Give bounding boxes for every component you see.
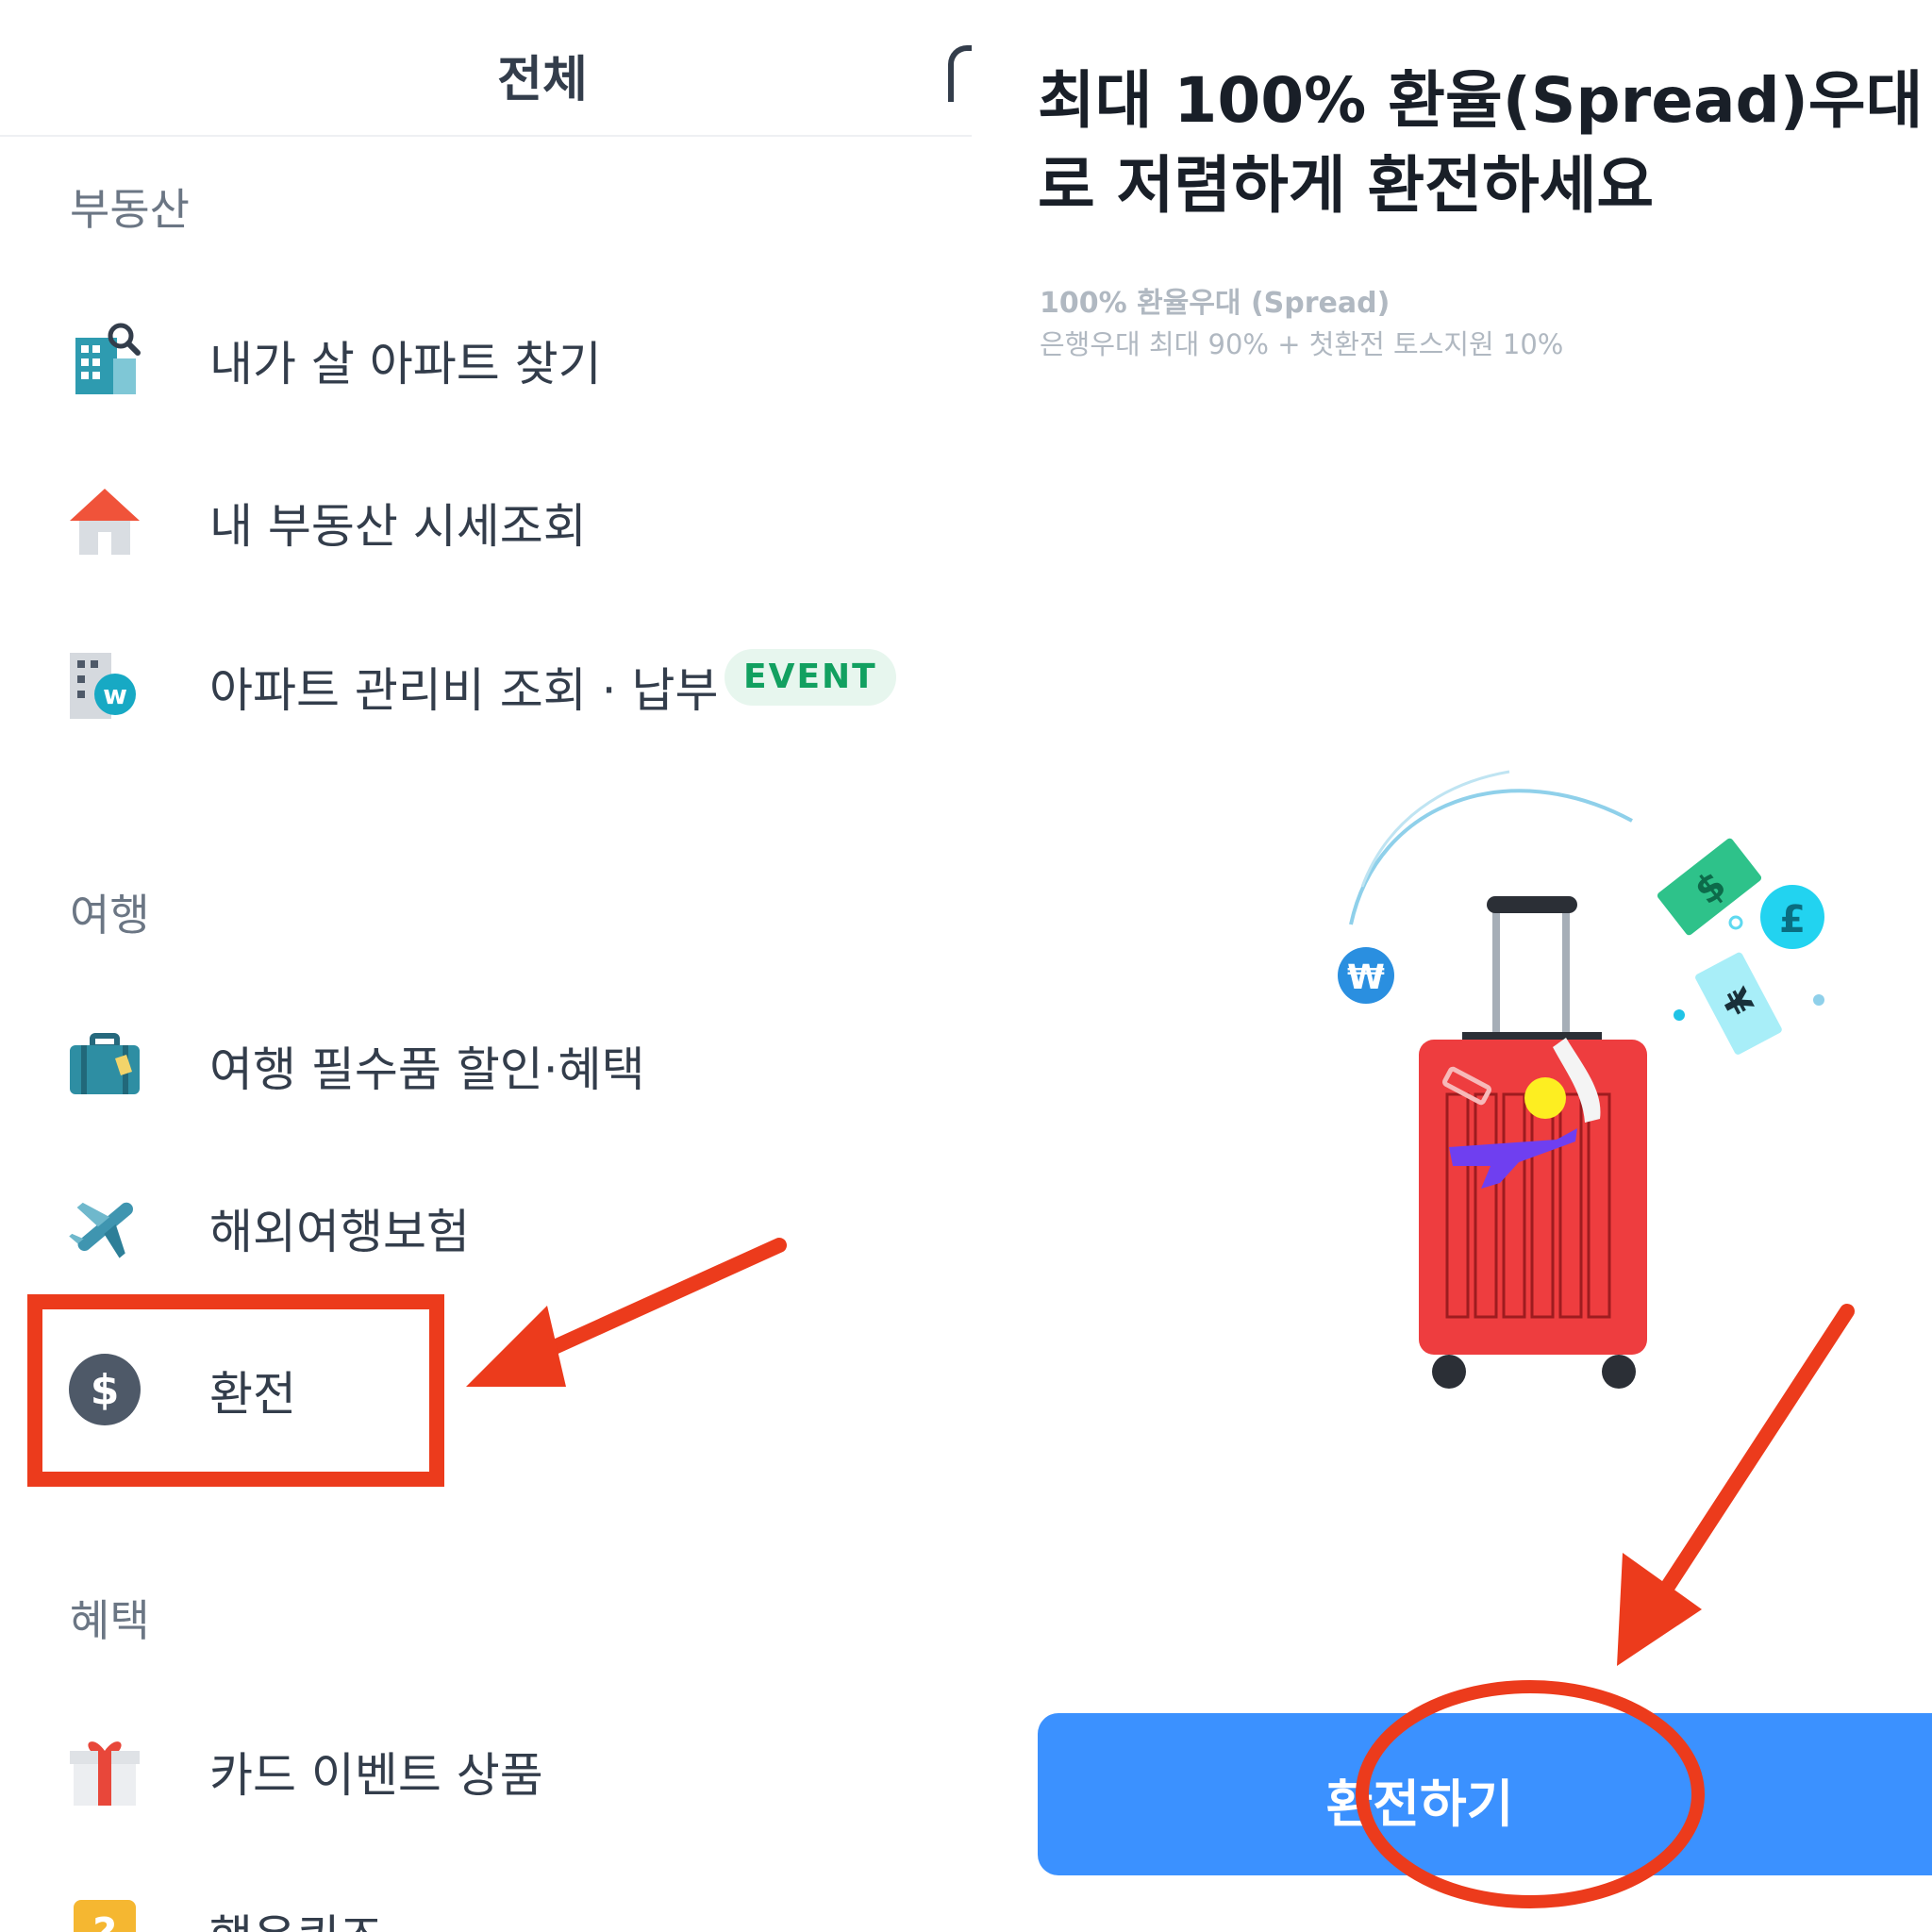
spread-subtitle: 100% 환율우대 (Spread) bbox=[1040, 287, 1391, 320]
spread-detail: 은행우대 최대 90% + 첫환전 토스지원 10% bbox=[1040, 328, 1564, 360]
section-label-benefits: 혜택 bbox=[70, 1595, 150, 1646]
bell-icon[interactable] bbox=[948, 45, 972, 102]
svg-text:£: £ bbox=[1779, 898, 1806, 941]
all-services-panel: 전체 부동산 내가 살 아파트 찾기 내 부동산 시세조회 w 아파트 관리비 … bbox=[0, 0, 972, 1932]
menu-item-travel-essentials[interactable]: 여행 필수품 할인·혜택 bbox=[0, 1006, 972, 1119]
menu-item-label: 행운퀴즈 bbox=[209, 1900, 383, 1932]
top-header: 전체 bbox=[0, 0, 972, 137]
page-title: 전체 bbox=[497, 52, 588, 108]
menu-item-label: 해외여행보험 bbox=[209, 1205, 470, 1259]
house-icon bbox=[70, 489, 140, 555]
menu-item-apartment-fee[interactable]: w 아파트 관리비 조회 · 납부 EVENT bbox=[0, 626, 972, 740]
section-label-real-estate: 부동산 bbox=[70, 184, 190, 235]
suitcase-with-currency-illustration: ₩ $ £ ¥ bbox=[1338, 770, 1824, 1389]
menu-item-apartment-search[interactable]: 내가 살 아파트 찾기 bbox=[0, 300, 972, 413]
gift-icon bbox=[70, 1741, 140, 1806]
red-suitcase-icon bbox=[1419, 1038, 1647, 1355]
event-badge: EVENT bbox=[724, 649, 896, 706]
menu-item-label: 내 부동산 시세조회 bbox=[209, 499, 587, 554]
suitcase-icon bbox=[70, 1033, 140, 1094]
menu-item-label: 카드 이벤트 상품 bbox=[209, 1748, 543, 1803]
highlight-box-exchange-item bbox=[27, 1294, 444, 1487]
svg-text:₩: ₩ bbox=[1347, 958, 1385, 997]
quiz-icon: ? bbox=[74, 1900, 136, 1932]
dollar-bill-icon: $ bbox=[1657, 838, 1762, 936]
airplane-icon bbox=[69, 1202, 133, 1258]
exchange-button[interactable]: 환전하기 bbox=[1038, 1713, 1932, 1875]
headline-line-1: 최대 100% 환율(Spread)우대 효과 bbox=[1038, 64, 1932, 137]
svg-text:w: w bbox=[103, 679, 127, 710]
apartment-bill-icon: w bbox=[70, 653, 136, 719]
headline-line-2: 로 저렴하게 환전하세요 bbox=[1038, 149, 1655, 222]
menu-item-label: 여행 필수품 할인·혜택 bbox=[209, 1042, 645, 1097]
building-search-icon bbox=[75, 323, 141, 394]
menu-item-property-price[interactable]: 내 부동산 시세조회 bbox=[0, 462, 972, 575]
exchange-button-label: 환전하기 bbox=[1325, 1774, 1514, 1834]
menu-item-lucky-quiz[interactable]: ? 행운퀴즈 bbox=[0, 1874, 972, 1932]
menu-item-card-event[interactable]: 카드 이벤트 상품 bbox=[0, 1711, 972, 1824]
pound-coin-icon: £ bbox=[1760, 885, 1824, 949]
menu-item-travel-insurance[interactable]: 해외여행보험 bbox=[0, 1168, 972, 1281]
headline: 최대 100% 환율(Spread)우대 효과 로 저렴하게 환전하세요 bbox=[1038, 58, 1932, 228]
svg-text:?: ? bbox=[92, 1909, 117, 1932]
exchange-intro-panel: 최대 100% 환율(Spread)우대 효과 로 저렴하게 환전하세요 100… bbox=[972, 0, 1932, 1932]
yen-bill-icon: ¥ bbox=[1695, 952, 1782, 1055]
menu-item-label: 내가 살 아파트 찾기 bbox=[209, 337, 602, 391]
menu-item-label: 아파트 관리비 조회 · 납부 bbox=[209, 663, 719, 718]
won-coin-icon: ₩ bbox=[1338, 947, 1394, 1004]
section-label-travel: 여행 bbox=[70, 890, 150, 941]
